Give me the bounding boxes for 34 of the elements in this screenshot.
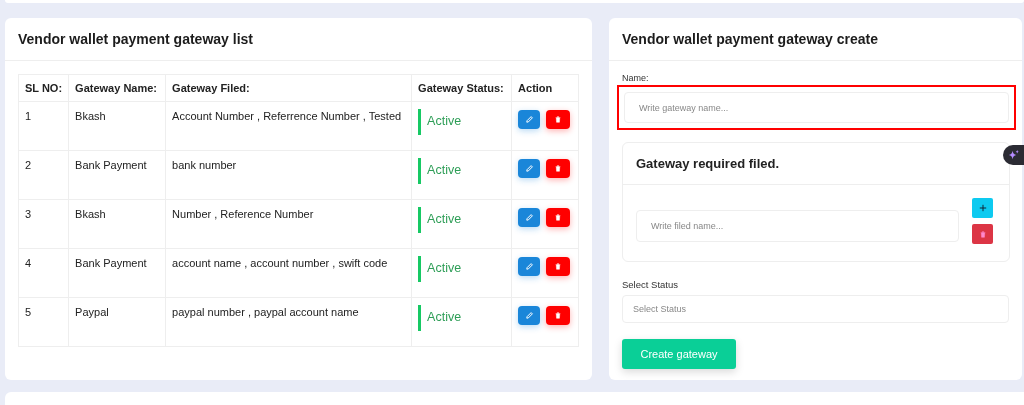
field-label: Name: bbox=[622, 73, 649, 83]
field-label: Select Status bbox=[622, 279, 678, 290]
status-label: Active bbox=[418, 109, 462, 135]
table-cell: Account Number , Referrence Number , Tested bbox=[165, 101, 412, 151]
table-cell: 1 bbox=[18, 101, 69, 151]
table-cell: Bkash bbox=[68, 199, 166, 249]
table-cell: Bank Payment bbox=[68, 150, 166, 200]
table-cell: bank number bbox=[165, 150, 412, 200]
column-header: SL NO: bbox=[18, 74, 69, 102]
table-cell: 3 bbox=[18, 199, 69, 249]
table-cell: 2 bbox=[18, 150, 69, 200]
table-cell: 5 bbox=[18, 297, 69, 347]
table-cell: Bkash bbox=[68, 101, 166, 151]
create-gateway-button[interactable]: Create gateway bbox=[622, 339, 736, 369]
table-cell: Number , Reference Number bbox=[165, 199, 412, 249]
status-label: Active bbox=[418, 256, 462, 282]
table-cell: account name , account number , swift code bbox=[165, 248, 412, 298]
column-header: Gateway Status: bbox=[411, 74, 512, 102]
field-name-field[interactable]: Write filed name... bbox=[636, 210, 959, 242]
card-title: Vendor wallet payment gateway list bbox=[18, 31, 253, 47]
status-label: Active bbox=[418, 158, 462, 184]
card-title: Gateway required filed. bbox=[636, 156, 780, 171]
status-label: Active bbox=[418, 207, 462, 233]
status-label: Active bbox=[418, 305, 462, 331]
column-header: Gateway Filed: bbox=[165, 74, 412, 102]
column-header: Action bbox=[511, 74, 579, 102]
status-select[interactable]: Select Status bbox=[622, 295, 1009, 323]
table-cell: 4 bbox=[18, 248, 69, 298]
table-cell: Paypal bbox=[68, 297, 166, 347]
column-header: Gateway Name: bbox=[68, 74, 166, 102]
gateway-name-field[interactable]: Write gateway name... bbox=[624, 92, 1009, 123]
card-title: Vendor wallet payment gateway create bbox=[622, 31, 878, 47]
table-cell: Bank Payment bbox=[68, 248, 166, 298]
table-cell: paypal number , paypal account name bbox=[165, 297, 412, 347]
